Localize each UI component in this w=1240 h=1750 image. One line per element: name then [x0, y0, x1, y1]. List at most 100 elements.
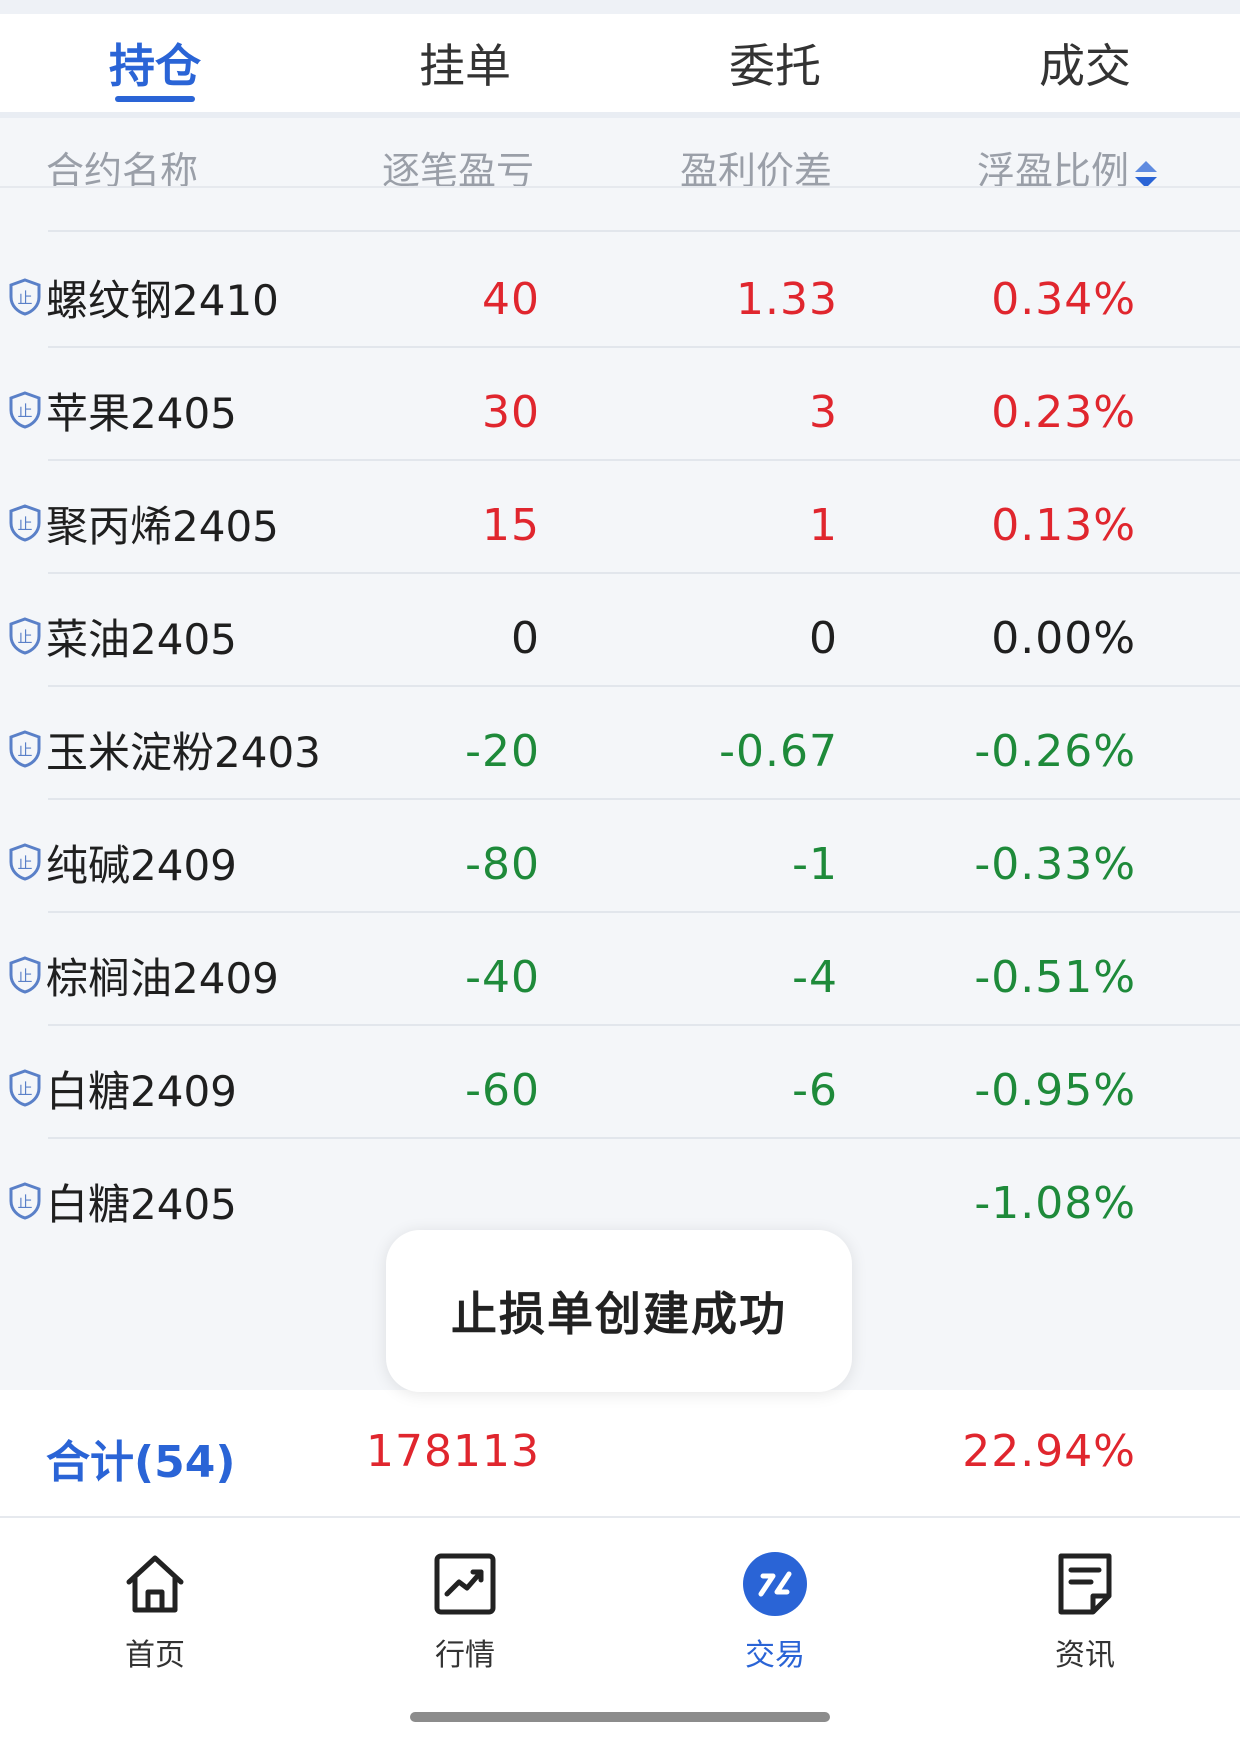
trade-positions-page: 持仓 挂单 委托 成交 合约名称 逐笔盈亏 盈利价差 浮盈比例 止螺纹钢2410… [0, 0, 1240, 1750]
contract-name: 苹果2405 [46, 388, 237, 438]
stop-loss-shield-icon: 止 [9, 843, 41, 881]
stop-loss-shield-icon: 止 [9, 278, 41, 316]
contract-name: 菜油2405 [46, 614, 237, 664]
contract-name: 聚丙烯2405 [46, 501, 279, 551]
table-row[interactable]: 止聚丙烯2405 15 1 0.13% [0, 460, 1240, 584]
table-header: 合约名称 逐笔盈亏 盈利价差 浮盈比例 [0, 118, 1240, 210]
contract-name: 螺纹钢2410 [46, 275, 279, 325]
svg-text:止: 止 [17, 289, 32, 307]
table-row[interactable]: 止白糖2409 -60 -6 -0.95% [0, 1025, 1240, 1149]
contract-name: 白糖2409 [46, 1066, 237, 1116]
tab-positions[interactable]: 持仓 [0, 14, 310, 112]
float-ratio-cell: -0.33% [974, 839, 1136, 890]
tab-positions-label: 持仓 [109, 39, 201, 93]
tab-orders-label: 委托 [729, 39, 821, 93]
top-tab-bar: 持仓 挂单 委托 成交 [0, 14, 1240, 112]
float-ratio-cell: 0.00% [991, 613, 1136, 664]
pnl-cell: 15 [482, 500, 540, 551]
table-row[interactable]: 止玉米淀粉2403 -20 -0.67 -0.26% [0, 686, 1240, 810]
tab-trades-label: 成交 [1039, 39, 1131, 93]
spread-cell: 1.33 [736, 274, 838, 325]
table-row[interactable]: 止苹果2405 30 3 0.23% [0, 347, 1240, 471]
home-indicator[interactable] [410, 1712, 830, 1722]
contract-name-cell: 止纯碱2409 [8, 837, 237, 890]
nav-trade[interactable]: 交易 [620, 1518, 930, 1678]
contract-name-cell: 止白糖2409 [8, 1063, 237, 1116]
total-row: 合计(54) 178113 22.94% [0, 1390, 1240, 1516]
status-area [0, 0, 1240, 14]
stop-loss-shield-icon: 止 [9, 504, 41, 542]
nav-news-label: 资讯 [1055, 1638, 1115, 1673]
svg-text:止: 止 [17, 1080, 32, 1098]
nav-trade-label: 交易 [745, 1638, 805, 1673]
float-ratio-cell: 0.23% [991, 387, 1136, 438]
table-row[interactable]: 止棕榈油2409 -40 -4 -0.51% [0, 912, 1240, 1036]
tab-trades[interactable]: 成交 [930, 14, 1240, 112]
table-row[interactable]: 止螺纹钢2410 40 1.33 0.34% [0, 234, 1240, 358]
contract-name-cell: 止玉米淀粉2403 [8, 724, 321, 777]
spread-cell: -4 [792, 952, 838, 1003]
spread-cell: 1 [809, 500, 838, 551]
svg-text:止: 止 [17, 515, 32, 533]
stop-loss-shield-icon: 止 [9, 1182, 41, 1220]
svg-text:止: 止 [17, 741, 32, 759]
total-label: 合计(54) [46, 1437, 236, 1488]
spread-cell: 0 [809, 613, 838, 664]
toast-text: 止损单创建成功 [451, 1287, 787, 1341]
home-icon [126, 1555, 184, 1613]
tab-pending-orders[interactable]: 挂单 [310, 14, 620, 112]
stop-loss-shield-icon: 止 [9, 391, 41, 429]
nav-news[interactable]: 资讯 [930, 1518, 1240, 1678]
tab-pending-orders-label: 挂单 [419, 39, 511, 93]
nav-home-label: 首页 [125, 1638, 185, 1673]
pnl-cell: -60 [465, 1065, 540, 1116]
stop-loss-shield-icon: 止 [9, 1069, 41, 1107]
contract-name-cell: 止白糖2405 [8, 1176, 237, 1229]
stop-loss-shield-icon: 止 [9, 956, 41, 994]
pnl-cell: -40 [465, 952, 540, 1003]
svg-text:止: 止 [17, 402, 32, 420]
contract-name: 纯碱2409 [46, 840, 237, 890]
float-ratio-cell: -0.95% [974, 1065, 1136, 1116]
contract-name: 玉米淀粉2403 [46, 727, 321, 777]
float-ratio-cell: -0.26% [974, 726, 1136, 777]
total-pnl: 178113 [366, 1426, 540, 1477]
contract-name: 棕榈油2409 [46, 953, 279, 1003]
tab-orders[interactable]: 委托 [620, 14, 930, 112]
svg-text:止: 止 [17, 1193, 32, 1211]
bottom-nav: 首页 行情 交易 资讯 [0, 1518, 1240, 1678]
stop-loss-shield-icon: 止 [9, 617, 41, 655]
nav-home[interactable]: 首页 [0, 1518, 310, 1678]
spread-cell: -1 [792, 839, 838, 890]
chart-icon [434, 1553, 496, 1615]
nav-market-label: 行情 [435, 1638, 495, 1673]
contract-name-cell: 止棕榈油2409 [8, 950, 279, 1003]
toast-message: 止损单创建成功 [386, 1230, 852, 1392]
positions-table[interactable]: 合约名称 逐笔盈亏 盈利价差 浮盈比例 止螺纹钢2410 40 1.33 0.34% 止… [0, 118, 1240, 1390]
pnl-cell: 30 [482, 387, 540, 438]
pnl-cell: -20 [465, 726, 540, 777]
total-float-ratio: 22.94% [962, 1426, 1136, 1477]
news-icon [1058, 1553, 1112, 1615]
spread-cell: -6 [792, 1065, 838, 1116]
spread-cell: -0.67 [719, 726, 838, 777]
float-ratio-cell: -0.51% [974, 952, 1136, 1003]
table-row[interactable]: 止纯碱2409 -80 -1 -0.33% [0, 799, 1240, 923]
contract-name-cell: 止聚丙烯2405 [8, 498, 279, 551]
pnl-cell: 0 [511, 613, 540, 664]
nav-market[interactable]: 行情 [310, 1518, 620, 1678]
stop-loss-shield-icon: 止 [9, 730, 41, 768]
svg-text:止: 止 [17, 628, 32, 646]
table-row[interactable]: 止菜油2405 0 0 0.00% [0, 573, 1240, 697]
contract-name-cell: 止苹果2405 [8, 385, 237, 438]
trade-icon [743, 1552, 807, 1616]
contract-name-cell: 止菜油2405 [8, 611, 237, 664]
pnl-cell: 40 [482, 274, 540, 325]
float-ratio-cell: 0.34% [991, 274, 1136, 325]
svg-text:止: 止 [17, 854, 32, 872]
svg-text:止: 止 [17, 967, 32, 985]
row-divider [48, 230, 1240, 232]
pnl-cell: -80 [465, 839, 540, 890]
header-divider [0, 186, 1240, 188]
float-ratio-cell: -1.08% [974, 1178, 1136, 1229]
